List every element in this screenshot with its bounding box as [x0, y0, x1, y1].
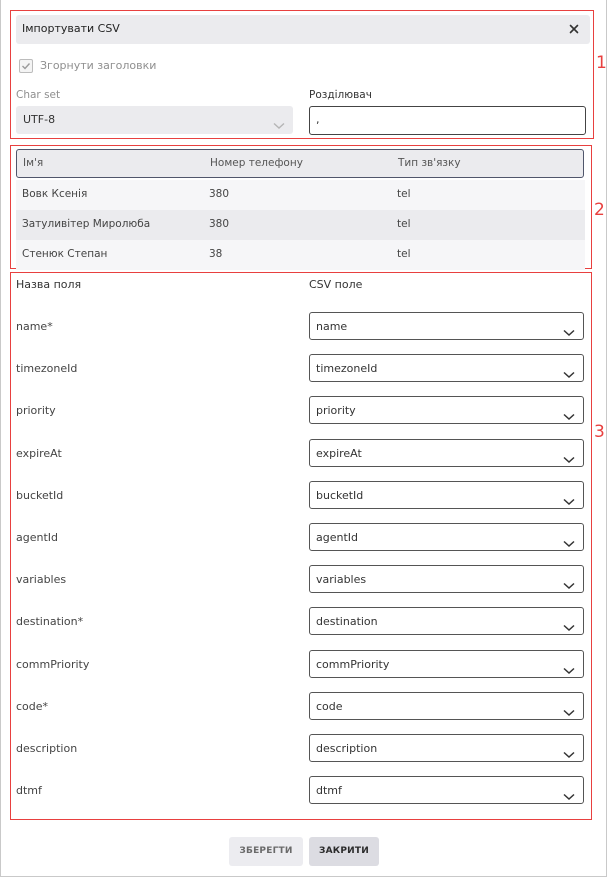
csv-field-select[interactable]: commPriority	[309, 649, 584, 679]
collapse-headers-label: Згорнути заголовки	[40, 59, 157, 72]
csv-field-select[interactable]: priority	[309, 396, 584, 425]
csv-field-value: priority	[316, 404, 356, 418]
chevron-down-icon	[563, 322, 575, 341]
annotation-label-2: 2	[594, 200, 605, 220]
chevron-down-icon	[563, 617, 575, 636]
field-name-label: dtmf	[16, 784, 42, 798]
chevron-down-icon	[563, 786, 575, 805]
preview-header-type: Тип зв'язку	[398, 157, 461, 169]
preview-header-phone: Номер телефону	[210, 157, 303, 169]
close-icon[interactable]	[566, 21, 582, 37]
preview-table-header: Ім'я Номер телефону Тип зв'язку	[16, 149, 584, 178]
csv-field-value: expireAt	[316, 446, 362, 460]
csv-field-value: commPriority	[316, 657, 390, 671]
collapse-headers-checkbox[interactable]	[19, 59, 33, 73]
table-row: Затуливітер Миролюба 380 tel	[16, 210, 585, 240]
chevron-down-icon	[563, 491, 575, 510]
csv-field-select[interactable]: dtmf	[309, 776, 584, 805]
csv-field-select[interactable]: destination	[309, 607, 584, 636]
field-name-label: code*	[16, 699, 49, 713]
charset-select[interactable]: UTF-8	[16, 106, 293, 134]
chevron-down-icon	[273, 115, 285, 134]
preview-cell-phone: 380	[209, 218, 230, 230]
csv-field-value: variables	[316, 573, 367, 587]
csv-field-select[interactable]: description	[309, 734, 584, 762]
field-name-label: destination*	[16, 615, 84, 629]
chevron-down-icon	[563, 575, 575, 594]
delimiter-label: Розділювач	[309, 89, 372, 101]
close-button[interactable]: ЗАКРИТИ	[309, 837, 379, 866]
csv-field-value: destination	[316, 615, 378, 629]
csv-field-select[interactable]: expireAt	[309, 438, 584, 468]
csv-field-select[interactable]: timezoneId	[309, 354, 584, 383]
field-name-label: agentId	[16, 531, 59, 544]
dialog-header: Імпортувати CSV	[16, 15, 590, 44]
csv-field-select[interactable]: code	[309, 691, 584, 721]
save-button[interactable]: ЗБЕРЕГТИ	[229, 837, 303, 866]
field-name-label: bucketId	[16, 488, 64, 502]
charset-label: Char set	[16, 89, 61, 101]
delimiter-value: ,	[316, 113, 320, 126]
csv-field-value: bucketId	[316, 488, 364, 502]
check-icon	[22, 63, 31, 70]
field-name-label: commPriority	[16, 657, 90, 671]
preview-cell-phone: 38	[209, 248, 223, 260]
preview-cell-phone: 380	[209, 188, 230, 200]
dialog-title: Імпортувати CSV	[22, 22, 120, 35]
csv-field-value: name	[316, 320, 348, 333]
annotation-label-3: 3	[594, 422, 605, 442]
csv-field-column-title: CSV поле	[309, 278, 363, 291]
chevron-down-icon	[563, 364, 575, 383]
delimiter-input[interactable]: ,	[309, 106, 586, 135]
csv-field-select[interactable]: variables	[309, 565, 584, 594]
chevron-down-icon	[563, 660, 575, 679]
preview-cell-type: tel	[397, 188, 411, 200]
csv-field-value: description	[316, 742, 378, 755]
field-name-column-title: Назва поля	[16, 278, 82, 291]
preview-cell-type: tel	[397, 248, 411, 260]
csv-field-value: dtmf	[316, 784, 342, 798]
field-name-label: variables	[16, 573, 67, 587]
table-row: Вовк Ксенія 380 tel	[16, 180, 585, 210]
charset-value: UTF-8	[23, 113, 56, 126]
chevron-down-icon	[563, 702, 575, 721]
table-row: Стенюк Степан 38 tel	[16, 240, 585, 270]
chevron-down-icon	[563, 406, 575, 425]
chevron-down-icon	[563, 744, 575, 763]
chevron-down-icon	[563, 449, 575, 468]
csv-field-value: code	[316, 699, 343, 713]
preview-cell-name: Стенюк Степан	[22, 248, 108, 260]
field-name-label: description	[16, 742, 78, 755]
preview-header-name: Ім'я	[23, 157, 44, 169]
field-name-label: priority	[16, 404, 56, 418]
csv-field-select[interactable]: bucketId	[309, 480, 584, 510]
field-name-label: expireAt	[16, 446, 62, 460]
field-name-label: name*	[16, 320, 53, 333]
preview-cell-name: Вовк Ксенія	[22, 188, 88, 200]
annotation-label-1: 1	[596, 53, 607, 73]
preview-cell-type: tel	[397, 218, 411, 230]
csv-field-value: timezoneId	[316, 362, 378, 376]
field-name-label: timezoneId	[16, 362, 78, 376]
chevron-down-icon	[563, 533, 575, 552]
preview-cell-name: Затуливітер Миролюба	[22, 218, 151, 230]
csv-field-select[interactable]: name	[309, 312, 584, 340]
csv-field-select[interactable]: agentId	[309, 523, 584, 551]
csv-field-value: agentId	[316, 531, 359, 544]
